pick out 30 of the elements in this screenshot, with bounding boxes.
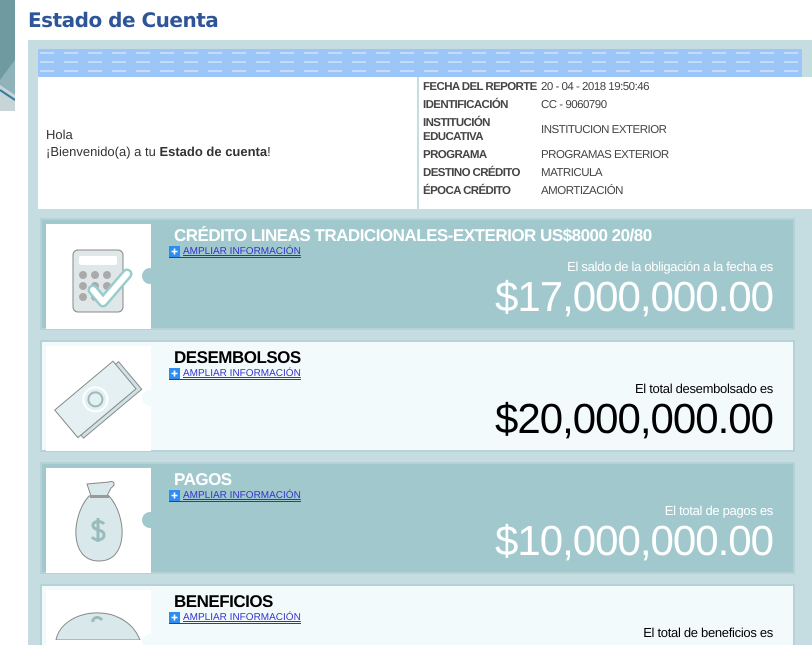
card-title: CRÉDITO LINEAS TRADICIONALES-EXTERIOR US$8000 20/80 <box>173 226 653 245</box>
info-value: PROGRAMAS EXTERIOR <box>541 149 669 161</box>
info-label: INSTITUCIÓN EDUCATIVA <box>423 116 491 144</box>
page-title: Estado de Cuenta <box>28 7 220 34</box>
info-value: INSTITUCION EXTERIOR <box>541 124 668 136</box>
info-value: CC - 9060790 <box>541 99 608 111</box>
info-value: MATRICULA <box>541 167 604 179</box>
info-value: AMORTIZACIÓN <box>541 185 624 197</box>
expand-link[interactable]: AMPLIAR INFORMACIÓN <box>169 490 301 502</box>
info-label: ÉPOCA CRÉDITO <box>423 184 512 198</box>
amount-caption: El total desembolsado es <box>634 381 773 396</box>
welcome-text: ¡Bienvenido(a) a tu Estado de cuenta! <box>46 143 272 160</box>
amount-value: $20,000,000.00 <box>495 396 773 442</box>
info-label: DESTINO CRÉDITO <box>423 166 521 180</box>
amount-caption: El total de beneficios es <box>643 625 773 640</box>
info-label: IDENTIFICACIÓN <box>423 98 509 112</box>
info-label: FECHA DEL REPORTE <box>423 80 538 94</box>
amount-value: $17,000,000.00 <box>495 274 773 320</box>
greeting-text: Hola <box>46 126 74 143</box>
expand-link[interactable]: AMPLIAR INFORMACIÓN <box>169 612 301 624</box>
amount-caption: El saldo de la obligación a la fecha es <box>567 259 773 274</box>
card-title: BENEFICIOS <box>173 592 274 611</box>
amount-value: $10,000,000.00 <box>495 518 773 564</box>
expand-link[interactable]: AMPLIAR INFORMACIÓN <box>169 246 301 258</box>
card-title: DESEMBOLSOS <box>173 348 302 367</box>
amount-caption: El total de pagos es <box>664 503 773 518</box>
expand-link[interactable]: AMPLIAR INFORMACIÓN <box>169 368 301 380</box>
info-label: PROGRAMA <box>423 148 488 162</box>
card-title: PAGOS <box>173 470 233 489</box>
info-value: 20 - 04 - 2018 19:50:46 <box>541 81 650 93</box>
